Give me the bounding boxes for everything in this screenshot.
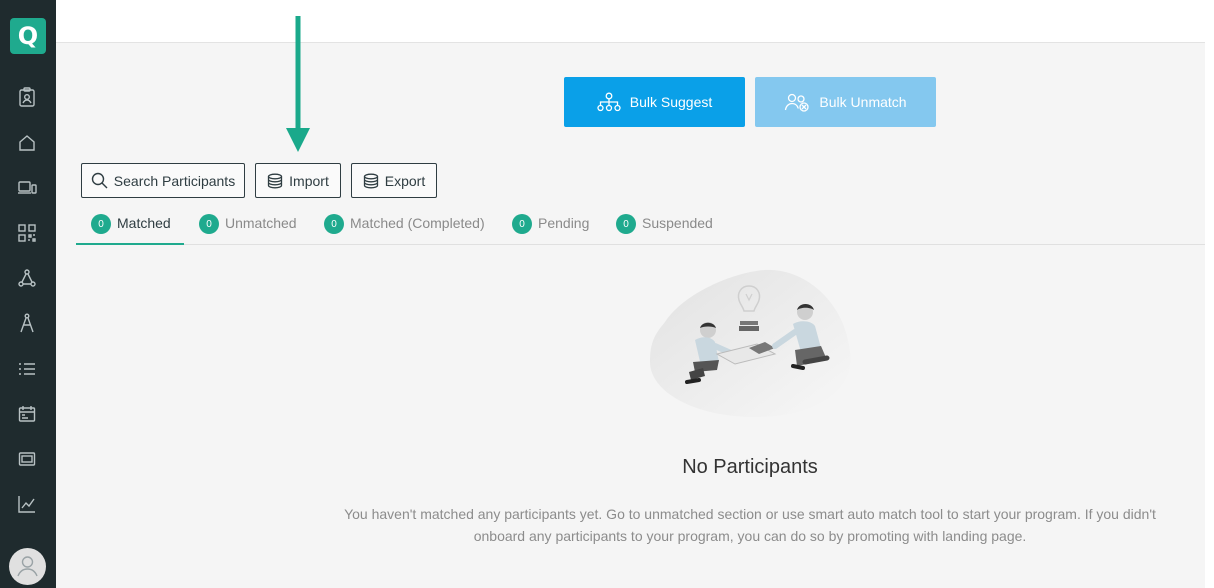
top-bar [56, 0, 1205, 43]
logo-letter: Q [17, 22, 39, 50]
bulk-suggest-button[interactable]: Bulk Suggest [564, 77, 745, 127]
database-icon [363, 173, 378, 188]
users-unlink-icon [785, 93, 810, 112]
empty-state-description: You haven't matched any participants yet… [344, 506, 1156, 544]
tab-label: Matched [117, 215, 171, 231]
chart-icon[interactable] [16, 493, 38, 515]
sidebar: Q [0, 0, 56, 588]
tab-unmatched[interactable]: 0 Unmatched [199, 211, 297, 245]
network-icon[interactable] [16, 267, 38, 289]
export-label: Export [384, 172, 426, 189]
app-logo[interactable]: Q [10, 18, 46, 54]
tab-matched-completed[interactable]: 0 Matched (Completed) [324, 211, 485, 245]
home-icon[interactable] [16, 132, 38, 154]
tab-pending[interactable]: 0 Pending [512, 211, 589, 245]
tab-count-badge: 0 [91, 214, 111, 234]
import-label: Import [289, 172, 329, 189]
search-icon [91, 172, 108, 189]
list-icon[interactable] [16, 358, 38, 380]
tab-count-badge: 0 [616, 214, 636, 234]
bulk-unmatch-label: Bulk Unmatch [819, 94, 907, 110]
tab-label: Matched (Completed) [350, 215, 485, 231]
qr-grid-icon[interactable] [16, 222, 38, 244]
search-participants-button[interactable]: Search Participants [81, 163, 245, 198]
devices-icon[interactable] [16, 177, 38, 199]
annotation-arrow-icon [286, 16, 310, 152]
right-edge-panel [1205, 0, 1214, 588]
tab-label: Pending [538, 215, 590, 231]
export-button[interactable]: Export [351, 163, 437, 198]
tab-count-badge: 0 [324, 214, 344, 234]
tab-count-badge: 0 [512, 214, 532, 234]
id-badge-icon[interactable] [16, 86, 38, 108]
compass-tool-icon[interactable] [16, 312, 38, 334]
tab-label: Suspended [642, 215, 713, 231]
empty-state-title: No Participants [682, 456, 818, 478]
calendar-icon[interactable] [16, 403, 38, 425]
database-icon [268, 173, 283, 188]
card-icon[interactable] [16, 448, 38, 470]
empty-state-illustration [650, 269, 851, 417]
import-button[interactable]: Import [255, 163, 341, 198]
hierarchy-icon [597, 92, 621, 112]
search-participants-label: Search Participants [113, 172, 236, 189]
tab-matched[interactable]: 0 Matched [76, 211, 184, 245]
bulk-unmatch-button[interactable]: Bulk Unmatch [755, 77, 936, 127]
tab-suspended[interactable]: 0 Suspended [616, 211, 713, 245]
bulk-suggest-label: Bulk Suggest [629, 94, 713, 110]
tab-label: Unmatched [225, 215, 297, 231]
user-avatar-icon[interactable] [9, 548, 46, 585]
tab-count-badge: 0 [199, 214, 219, 234]
